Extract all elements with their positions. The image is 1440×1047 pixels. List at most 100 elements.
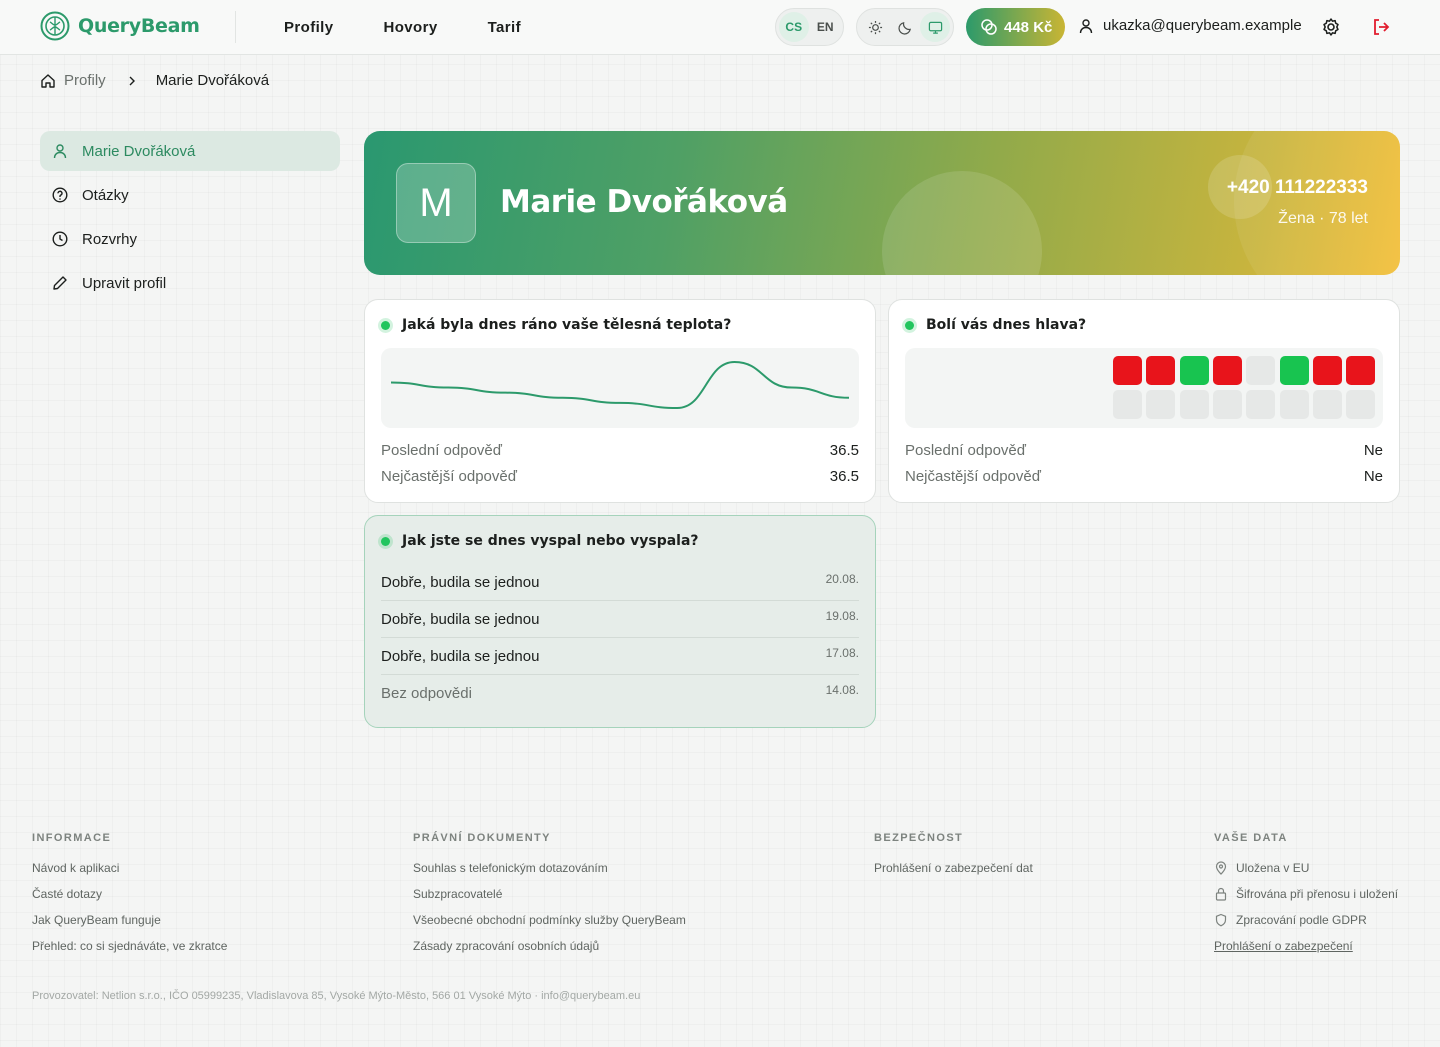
footer-data-text: Šifrována při přenosu i uložení (1236, 887, 1399, 901)
footer-heading: BEZPEČNOST (874, 832, 964, 844)
last-answer-value: 36.5 (829, 442, 859, 459)
brain-logo-icon (40, 11, 70, 41)
monitor-icon (928, 21, 942, 34)
sidebar-item-edit-profile[interactable]: Upravit profil (40, 263, 340, 303)
answer-cell-empty (1312, 390, 1342, 419)
footer-link[interactable]: Souhlas s telefonickým dotazováním (413, 855, 686, 881)
footer-your-data: VAŠE DATA Uložena v EU Šifrována při pře… (1214, 832, 1398, 959)
footer-link[interactable]: Subzpracovatelé (413, 881, 686, 907)
sidebar-item-label: Rozvrhy (82, 230, 138, 248)
lang-cs-button[interactable]: CS (779, 12, 809, 42)
answer-cell-green (1279, 356, 1309, 385)
user-icon (1079, 18, 1093, 33)
home-icon[interactable] (40, 73, 56, 89)
answer-cell-empty (1212, 390, 1242, 419)
last-answer-label: Poslední odpověď (381, 442, 502, 459)
answer-cell-red (1312, 356, 1342, 385)
active-status-dot (905, 320, 914, 330)
answer-cell-empty (1179, 390, 1209, 419)
gear-icon[interactable] (1321, 17, 1341, 37)
answer-cell-green (1179, 356, 1209, 385)
language-switcher: CS EN (775, 8, 844, 46)
breadcrumb: Profily Marie Dvořáková (40, 72, 269, 89)
breadcrumb-profiles-link[interactable]: Profily (64, 72, 106, 89)
sidebar-item-profile[interactable]: Marie Dvořáková (40, 131, 340, 171)
profile-hero: M Marie Dvořáková +420 111222333 Žena · … (364, 131, 1400, 275)
sidebar-item-questions[interactable]: Otázky (40, 175, 340, 215)
last-answer-row: Poslední odpověď 36.5 (381, 442, 859, 459)
answer-cell-red (1346, 356, 1376, 385)
card-question: Jaká byla dnes ráno vaše tělesná teplota… (402, 317, 732, 333)
answer-date: 17.08. (825, 646, 859, 660)
top-bar: QueryBeam Profily Hovory Tarif CS EN 448… (0, 0, 1440, 55)
most-common-value: Ne (1363, 468, 1383, 485)
profile-phone: +420 111222333 (1226, 177, 1368, 198)
user-menu[interactable]: ukazka@querybeam.example (1078, 17, 1302, 34)
answer-row: Dobře, budila se jednou 17.08. (381, 638, 859, 675)
brand-name: QueryBeam (78, 15, 200, 37)
answer-cell-empty (1146, 390, 1176, 419)
most-common-row: Nejčastější odpověď 36.5 (381, 468, 859, 485)
credit-button[interactable]: 448 Kč (966, 8, 1065, 46)
footer-link[interactable]: Návod k aplikaci (32, 855, 227, 881)
sidebar-item-label: Otázky (82, 186, 129, 204)
question-card-sleep[interactable]: Jak jste se dnes vyspal nebo vyspala? Do… (364, 515, 876, 728)
theme-switcher (856, 8, 954, 46)
nav-profiles[interactable]: Profily (284, 19, 333, 36)
dark-theme-button[interactable] (890, 12, 920, 42)
sidebar: Marie Dvořáková Otázky Rozvrhy Upravit p… (40, 131, 340, 307)
card-title: Jaká byla dnes ráno vaše tělesná teplota… (381, 317, 731, 333)
temperature-line-chart (390, 360, 850, 410)
footer-link[interactable]: Zásady zpracování osobních údajů (413, 933, 686, 959)
answer-cell-red (1146, 356, 1176, 385)
clock-icon (52, 231, 68, 247)
footer-link[interactable]: Časté dotazy (32, 881, 227, 907)
sidebar-item-label: Upravit profil (82, 274, 167, 292)
lang-en-button[interactable]: EN (811, 12, 841, 42)
user-icon (53, 144, 67, 159)
answer-text: Dobře, budila se jednou (381, 648, 540, 665)
location-pin-icon (1215, 861, 1227, 875)
lock-icon (1215, 887, 1227, 901)
main-nav: Profily Hovory Tarif (284, 19, 571, 36)
footer-link[interactable]: Prohlášení o zabezpečení dat (874, 855, 1033, 881)
footer-info: INFORMACE Návod k aplikaci Časté dotazy … (32, 832, 227, 959)
answer-text: Bez odpovědi (381, 685, 472, 702)
sidebar-item-schedules[interactable]: Rozvrhy (40, 219, 340, 259)
answer-date: 19.08. (825, 609, 859, 623)
profile-name: Marie Dvořáková (500, 184, 788, 220)
provider-info: Provozovatel: Netlion s.r.o., IČO 059992… (32, 990, 641, 1002)
question-card-headache[interactable]: Bolí vás dnes hlava? Poslední odpověď Ne… (888, 299, 1400, 503)
answer-cell-empty (1279, 390, 1309, 419)
most-common-label: Nejčastější odpověď (381, 468, 517, 485)
logout-icon[interactable] (1371, 17, 1391, 37)
sun-icon (868, 20, 882, 34)
nav-tariff[interactable]: Tarif (488, 19, 521, 36)
avatar: M (396, 163, 476, 243)
most-common-row: Nejčastější odpověď Ne (905, 468, 1383, 485)
security-statement-link[interactable]: Prohlášení o zabezpečení (1214, 933, 1398, 959)
nav-calls[interactable]: Hovory (383, 19, 437, 36)
most-common-value: 36.5 (829, 468, 859, 485)
logo[interactable]: QueryBeam (40, 11, 200, 41)
temperature-series-line (390, 360, 850, 410)
active-status-dot (381, 320, 390, 330)
sidebar-item-label: Marie Dvořáková (82, 142, 196, 160)
credit-amount: 448 Kč (1004, 18, 1053, 36)
card-question: Bolí vás dnes hlava? (926, 317, 1087, 333)
system-theme-button[interactable] (920, 12, 950, 42)
active-status-dot (381, 536, 390, 546)
most-common-label: Nejčastější odpověď (905, 468, 1041, 485)
shield-icon (1215, 913, 1227, 927)
answer-text: Dobře, budila se jednou (381, 611, 540, 628)
question-icon (52, 187, 68, 203)
footer-data-item: Uložena v EU (1214, 855, 1398, 881)
answer-date: 14.08. (825, 683, 859, 697)
question-card-temperature[interactable]: Jaká byla dnes ráno vaše tělesná teplota… (364, 299, 876, 503)
light-theme-button[interactable] (860, 12, 890, 42)
footer-link[interactable]: Přehled: co si sjednáváte, ve zkratce (32, 933, 227, 959)
footer-link[interactable]: Všeobecné obchodní podmínky služby Query… (413, 907, 686, 933)
answer-text: Dobře, budila se jednou (381, 574, 540, 591)
answer-cell-red (1113, 356, 1142, 385)
footer-link[interactable]: Jak QueryBeam funguje (32, 907, 227, 933)
